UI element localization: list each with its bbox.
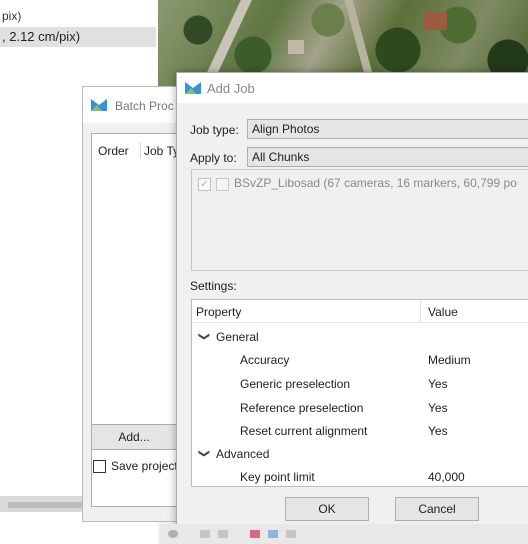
column-header-order[interactable]: Order xyxy=(98,144,129,158)
app-logo-icon xyxy=(185,82,201,97)
column-separator xyxy=(420,300,421,322)
row-value[interactable]: Yes xyxy=(428,377,448,391)
aerial-roof xyxy=(423,12,447,30)
settings-table[interactable]: Property Value ❯ General Accuracy Medium… xyxy=(191,299,528,487)
job-type-label: Job type: xyxy=(190,123,239,137)
chevron-down-icon[interactable]: ❯ xyxy=(198,332,211,341)
toolbar-icon[interactable] xyxy=(286,530,296,538)
settings-table-header xyxy=(192,300,528,323)
bottom-toolbar xyxy=(160,524,528,544)
column-header-value[interactable]: Value xyxy=(428,305,458,319)
row-property[interactable]: Generic preselection xyxy=(240,377,350,391)
background-text-line: pix) xyxy=(2,9,22,23)
row-property[interactable]: Reference preselection xyxy=(240,401,363,415)
toolbar-icon[interactable] xyxy=(218,530,228,538)
row-value[interactable]: Medium xyxy=(428,353,471,367)
row-value[interactable]: Yes xyxy=(428,401,448,415)
chevron-down-icon[interactable]: ❯ xyxy=(198,449,211,458)
chunk-checkbox[interactable]: ✓ xyxy=(198,178,211,191)
settings-label: Settings: xyxy=(190,279,237,293)
apply-to-select[interactable]: All Chunks xyxy=(247,147,528,167)
batch-window-title: Batch Proc xyxy=(115,99,174,113)
dialog-title: Add Job xyxy=(207,81,255,96)
row-property[interactable]: Reset current alignment xyxy=(240,424,367,438)
chunk-item-label[interactable]: BSvZP_Libosad (67 cameras, 16 markers, 6… xyxy=(234,176,517,190)
background-text-line-selected: , 2.12 cm/pix) xyxy=(2,29,81,44)
column-header-property[interactable]: Property xyxy=(196,305,241,319)
aerial-roof xyxy=(288,40,304,54)
chunk-icon xyxy=(216,178,229,191)
column-header-job-type[interactable]: Job Ty xyxy=(144,144,179,158)
chunk-list[interactable]: ✓ BSvZP_Libosad (67 cameras, 16 markers,… xyxy=(191,169,528,271)
row-property[interactable]: Accuracy xyxy=(240,353,289,367)
add-job-button[interactable]: Add... xyxy=(91,424,177,450)
apply-to-label: Apply to: xyxy=(190,151,237,165)
column-separator xyxy=(140,142,141,158)
toolbar-icon[interactable] xyxy=(268,530,278,538)
app-logo-icon xyxy=(91,99,107,114)
toolbar-icon[interactable] xyxy=(200,530,210,538)
dialog-titlebar[interactable]: Add Job xyxy=(177,73,528,103)
ok-button[interactable]: OK xyxy=(285,497,369,521)
add-job-dialog: Add Job Job type: Align Photos Apply to:… xyxy=(176,72,528,526)
toolbar-icon[interactable] xyxy=(250,530,260,538)
cancel-button[interactable]: Cancel xyxy=(395,497,479,521)
save-project-label: Save project xyxy=(111,459,178,473)
toolbar-icon[interactable] xyxy=(168,530,178,538)
group-advanced[interactable]: Advanced xyxy=(216,447,269,461)
row-value[interactable]: 40,000 xyxy=(428,470,465,484)
row-property[interactable]: Key point limit xyxy=(240,470,315,484)
job-type-select[interactable]: Align Photos xyxy=(247,119,528,139)
save-project-checkbox[interactable] xyxy=(93,460,106,473)
group-general[interactable]: General xyxy=(216,330,259,344)
row-value[interactable]: Yes xyxy=(428,424,448,438)
